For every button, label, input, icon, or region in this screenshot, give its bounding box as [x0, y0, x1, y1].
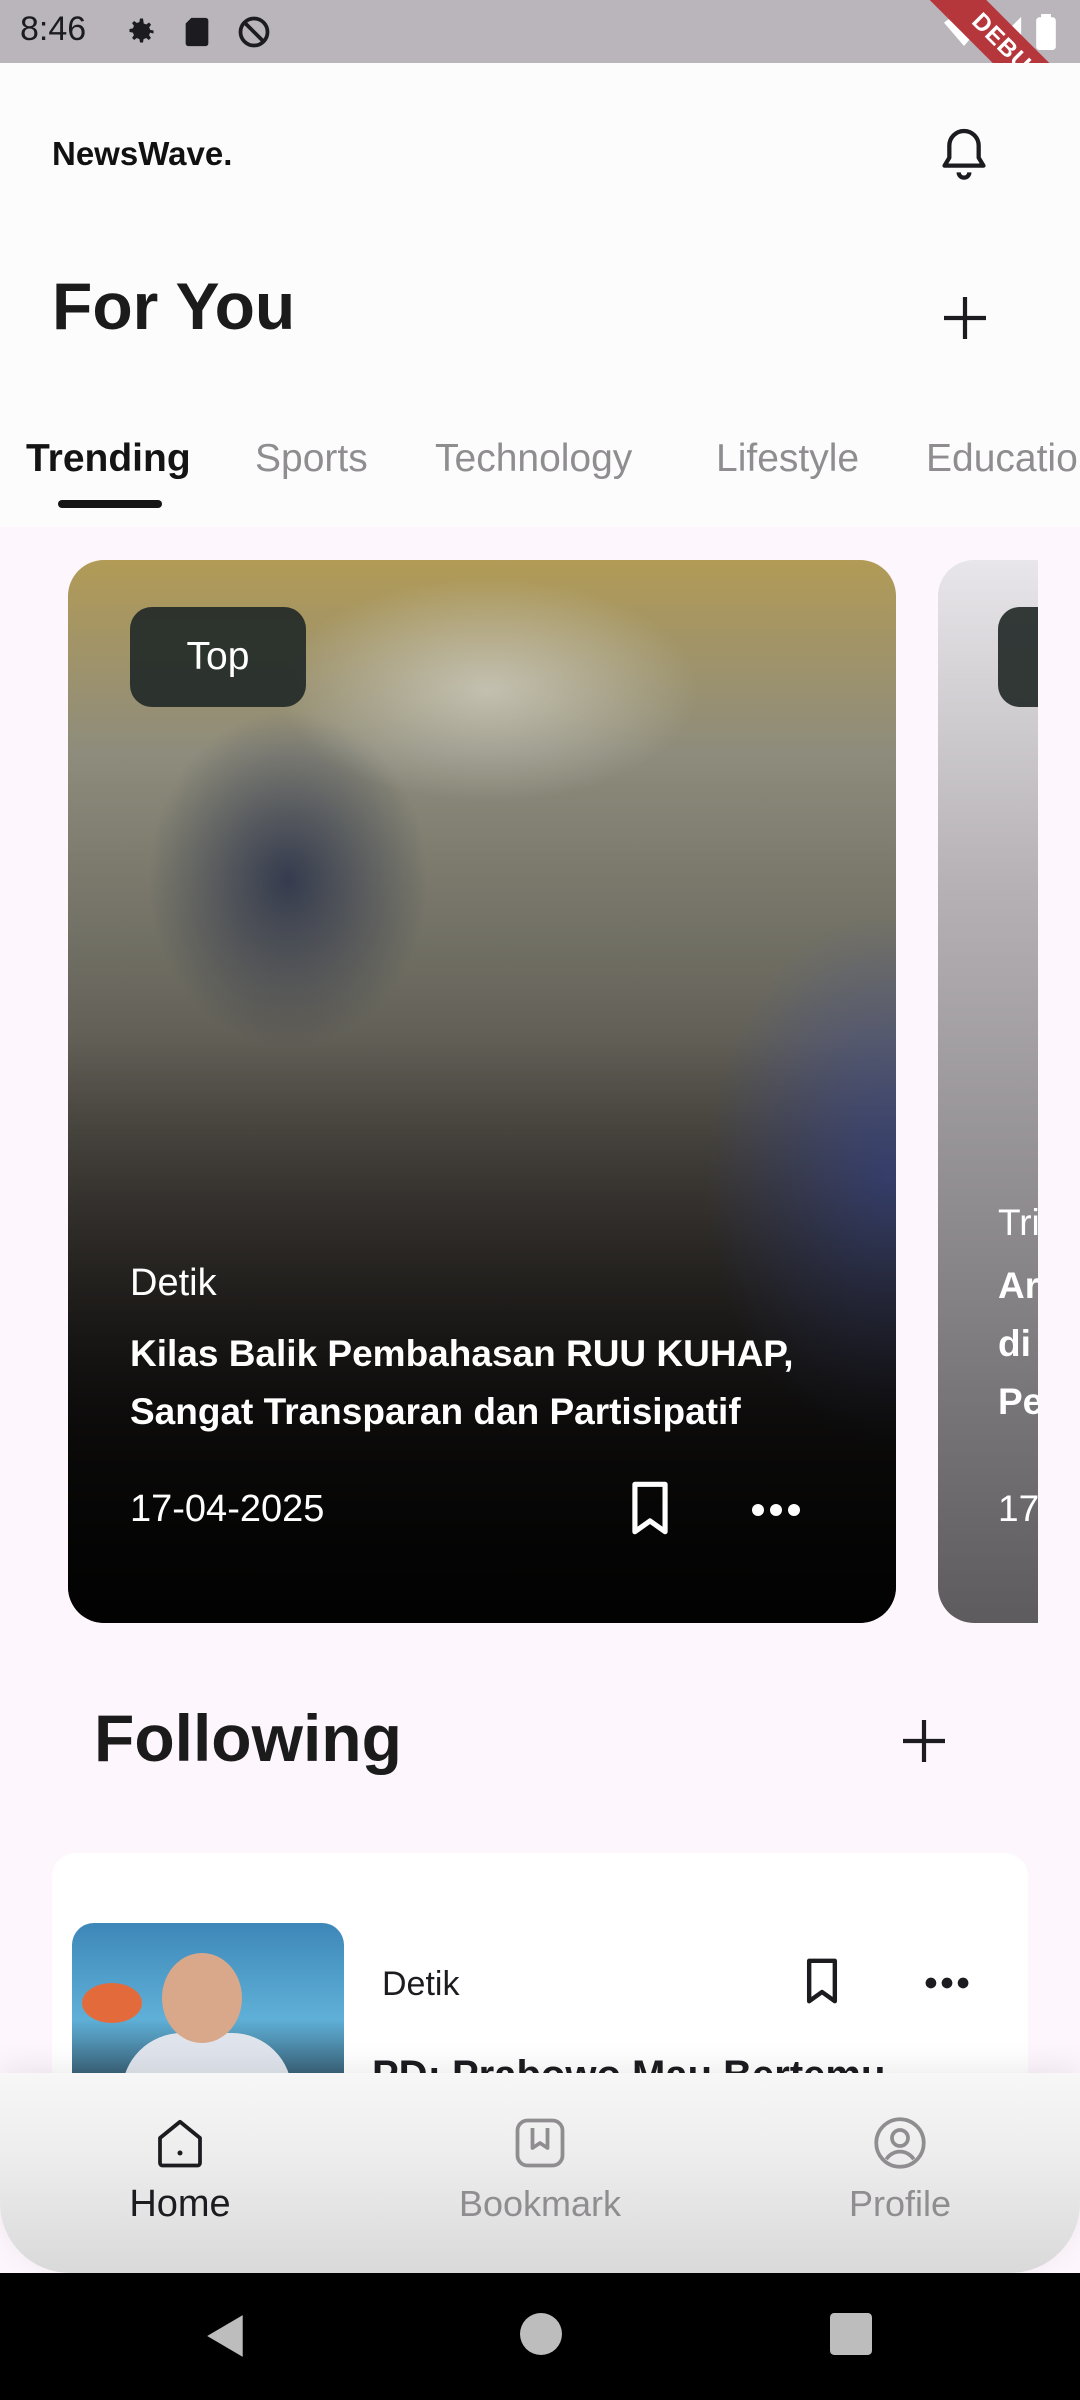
recents-icon[interactable] [830, 2313, 872, 2355]
system-navigation-bar [0, 2273, 1080, 2400]
nav-home[interactable]: Home [30, 2073, 330, 2273]
tab-lifestyle[interactable]: Lifestyle [716, 437, 859, 481]
profile-icon [874, 2117, 926, 2169]
nav-bookmark-label: Bookmark [458, 2183, 622, 2224]
top-badge: Top [130, 607, 306, 707]
bottom-navigation: Home Bookmark Profile [0, 2073, 1080, 2273]
nav-profile-label: Profile [848, 2183, 952, 2224]
gear-icon [129, 18, 154, 43]
category-tabs: Trending Sports Technology Lifestyle Edu… [0, 415, 1080, 527]
tab-sports[interactable]: Sports [255, 437, 368, 481]
active-tab-indicator [58, 500, 162, 508]
back-icon[interactable] [204, 2313, 248, 2359]
card-date: 17-04-2025 [130, 1488, 325, 1530]
card-title: Kilas Balik Pembahasan RUU KUHAP, Sangat… [130, 1333, 794, 1432]
no-sync-icon [238, 16, 270, 48]
sd-card-icon [185, 17, 209, 47]
home-icon [158, 2119, 202, 2168]
battery-icon [1036, 14, 1056, 50]
status-time: 8:46 [20, 10, 87, 48]
next-card-title-line-2: di [998, 1323, 1031, 1364]
brand-logo: NewsWave. [52, 135, 233, 172]
bell-icon[interactable] [932, 123, 996, 187]
home-button-icon[interactable] [520, 2313, 562, 2355]
following-title: Following [94, 1701, 402, 1775]
app-header: NewsWave. For You [0, 63, 1080, 415]
card-source: Detik [130, 1262, 217, 1304]
add-topic-button[interactable] [937, 290, 993, 346]
tab-trending[interactable]: Trending [26, 437, 191, 481]
nav-bookmark[interactable]: Bookmark [390, 2073, 690, 2273]
bookmark-icon[interactable] [624, 1480, 676, 1536]
more-options-icon[interactable] [922, 1965, 972, 2001]
next-card-source: Tri [998, 1202, 1040, 1243]
more-options-icon[interactable] [748, 1490, 804, 1530]
page-title: For You [52, 269, 296, 343]
bookmark-icon[interactable] [800, 1955, 844, 2007]
tab-technology[interactable]: Technology [435, 437, 632, 481]
bookmark-icon [515, 2118, 565, 2168]
next-card-title-line-1: Ar [998, 1265, 1040, 1306]
card-image-overlay [68, 560, 896, 1623]
nav-home-label: Home [129, 2183, 231, 2225]
nav-profile[interactable]: Profile [750, 2073, 1050, 2273]
list-item-source: Detik [382, 1965, 460, 2003]
thumbnail-detail [82, 1983, 142, 2023]
status-bar: 8:46 DEBUG [0, 0, 1080, 157]
tab-education[interactable]: Education [926, 437, 1080, 481]
add-following-button[interactable] [896, 1713, 952, 1769]
featured-news-card[interactable]: Top Detik Kilas Balik Pembahasan RUU KUH… [68, 560, 896, 1623]
carousel-edge [1038, 540, 1080, 1640]
thumbnail-detail [162, 1953, 242, 2043]
next-card-title-line-3: Pe [998, 1381, 1044, 1422]
